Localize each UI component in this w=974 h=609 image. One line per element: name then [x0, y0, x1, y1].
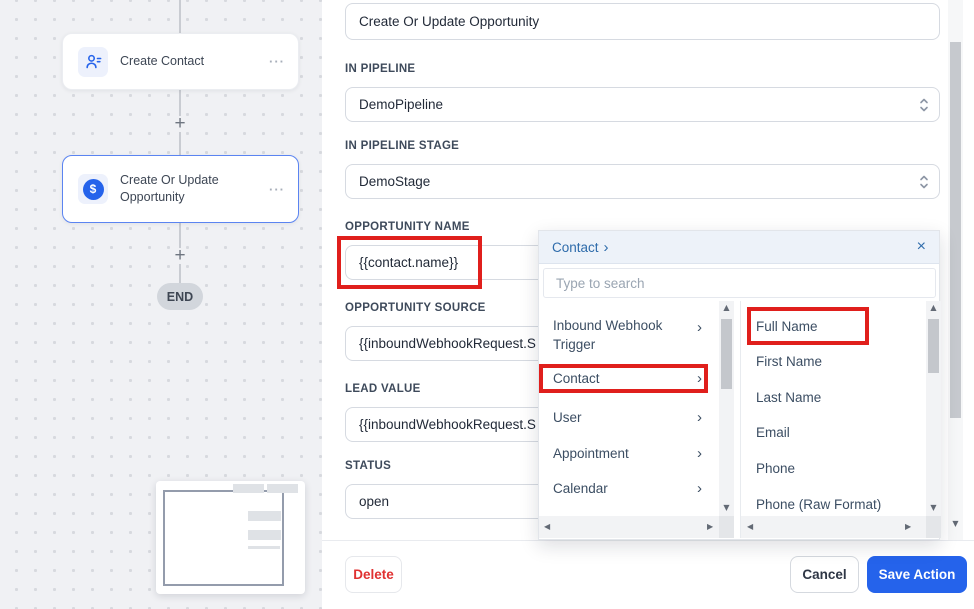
field-full-name[interactable]: Full Name	[756, 319, 924, 334]
category-contact[interactable]: Contact ›	[539, 369, 719, 388]
field-hscrollbar[interactable]: ◀ ▶	[741, 516, 941, 538]
minimap-bar	[248, 546, 280, 549]
scroll-down-icon[interactable]: ▼	[926, 503, 941, 512]
field-scrollbar[interactable]: ▲ ▼	[926, 301, 941, 516]
category-appointment[interactable]: Appointment ›	[539, 444, 719, 463]
field-email[interactable]: Email	[756, 425, 924, 440]
opportunity-source-label: OPPORTUNITY SOURCE	[345, 302, 486, 314]
opportunity-name-label: OPPORTUNITY NAME	[345, 221, 470, 233]
field-phone[interactable]: Phone	[756, 461, 924, 476]
scrollbar-corner	[719, 516, 734, 538]
end-node: END	[157, 283, 203, 310]
chevron-right-icon: ›	[697, 444, 702, 463]
breadcrumb[interactable]: Contact ›	[552, 239, 609, 256]
minimap-bar	[248, 530, 281, 540]
minimap-bar	[233, 484, 264, 493]
category-scrollbar[interactable]: ▲ ▼	[719, 301, 734, 516]
submenu-divider	[740, 301, 741, 538]
category-inbound-webhook-trigger[interactable]: Inbound Webhook Trigger ›	[539, 316, 704, 354]
breadcrumb-label: Contact	[552, 240, 599, 255]
connector-line	[179, 264, 181, 283]
connector-line	[179, 132, 181, 155]
node-menu-button[interactable]: ···	[269, 182, 285, 197]
scrollbar-corner	[926, 516, 941, 538]
minimap[interactable]	[156, 481, 305, 594]
node-menu-button[interactable]: ···	[269, 54, 285, 69]
add-step-button[interactable]: +	[170, 114, 190, 134]
scroll-left-icon[interactable]: ◀	[544, 522, 550, 531]
scroll-right-icon[interactable]: ▶	[905, 522, 911, 531]
field-last-name[interactable]: Last Name	[756, 390, 924, 405]
connector-line	[179, 0, 181, 33]
scroll-down-icon[interactable]: ▼	[948, 519, 963, 528]
in-pipeline-stage-label: IN PIPELINE STAGE	[345, 140, 459, 152]
minimap-bar	[267, 484, 298, 493]
scrollbar-thumb[interactable]	[721, 319, 732, 389]
panel-scrollbar[interactable]: ▼	[948, 0, 963, 540]
action-settings-panel: IN PIPELINE IN PIPELINE STAGE OPPORTUNIT…	[322, 0, 974, 609]
in-pipeline-label: IN PIPELINE	[345, 63, 415, 75]
chevron-right-icon: ›	[697, 318, 702, 337]
field-first-name[interactable]: First Name	[756, 354, 924, 369]
minimap-bar	[248, 511, 281, 521]
category-calendar[interactable]: Calendar ›	[539, 479, 719, 498]
pipeline-select[interactable]	[345, 87, 940, 122]
picker-search-input[interactable]	[543, 268, 936, 298]
scroll-right-icon[interactable]: ▶	[707, 522, 713, 531]
add-step-button[interactable]: +	[170, 246, 190, 266]
panel-scrollbar-thumb[interactable]	[950, 42, 961, 418]
scroll-up-icon[interactable]: ▲	[719, 303, 734, 312]
category-clipped[interactable]: Message ›	[539, 509, 719, 516]
picker-header: Contact › ×	[539, 231, 939, 264]
workflow-canvas[interactable]: Create Contact ··· + $ Create Or Update …	[0, 0, 322, 609]
field-phone-raw-format[interactable]: Phone (Raw Format)	[756, 497, 924, 512]
lead-value-label: LEAD VALUE	[345, 383, 421, 395]
status-label: STATUS	[345, 460, 391, 472]
contact-icon	[78, 47, 108, 77]
save-action-button[interactable]: Save Action	[867, 556, 967, 593]
workflow-builder: Create Contact ··· + $ Create Or Update …	[0, 0, 974, 609]
chevron-right-icon: ›	[697, 479, 702, 498]
node-create-contact[interactable]: Create Contact ···	[62, 33, 299, 90]
category-user[interactable]: User ›	[539, 408, 719, 427]
node-label: Create Contact	[120, 53, 260, 70]
cancel-button[interactable]: Cancel	[790, 556, 859, 593]
close-icon[interactable]: ×	[917, 239, 926, 255]
delete-button[interactable]: Delete	[345, 556, 402, 593]
footer-divider	[322, 540, 974, 541]
scroll-left-icon[interactable]: ◀	[747, 522, 753, 531]
scrollbar-thumb[interactable]	[928, 319, 939, 373]
scroll-down-icon[interactable]: ▼	[719, 503, 734, 512]
chevron-right-icon: ›	[697, 369, 702, 388]
node-label: Create Or Update Opportunity	[120, 172, 260, 206]
value-picker-dropdown: Contact › × Inbound Webhook Trigger › Con…	[538, 230, 940, 540]
chevron-right-icon: ›	[697, 408, 702, 427]
dollar-icon: $	[78, 174, 108, 204]
scroll-up-icon[interactable]: ▲	[926, 303, 941, 312]
pipeline-stage-select[interactable]	[345, 164, 940, 199]
chevron-right-icon: ›	[604, 239, 609, 256]
node-create-or-update-opportunity[interactable]: $ Create Or Update Opportunity ···	[62, 155, 299, 223]
action-name-input[interactable]	[345, 3, 940, 40]
category-hscrollbar[interactable]: ◀ ▶	[539, 516, 734, 538]
